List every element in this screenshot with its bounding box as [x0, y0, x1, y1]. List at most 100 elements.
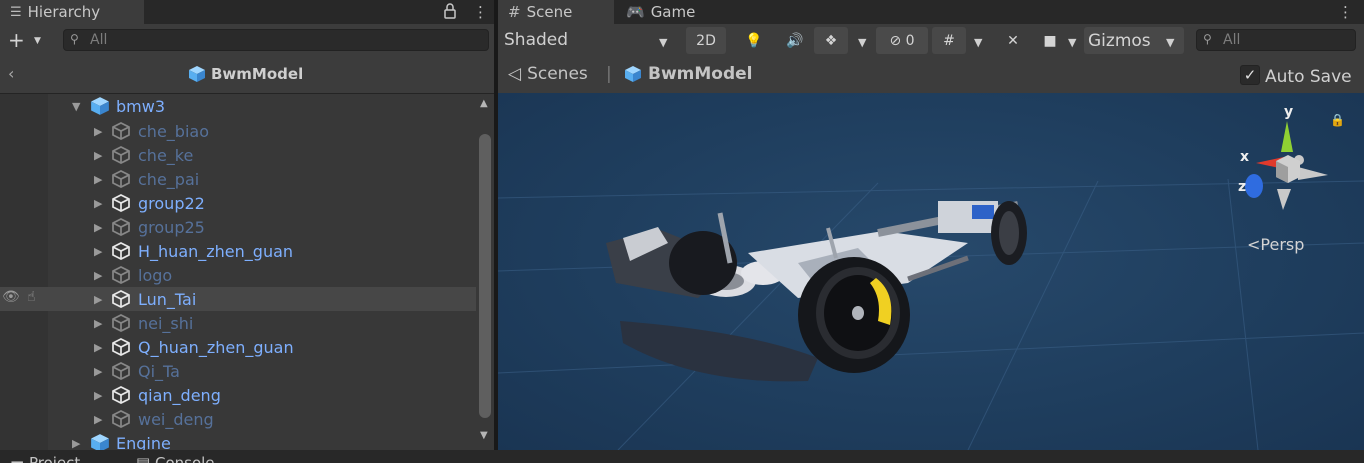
tree-item[interactable]: ▶ logo	[48, 263, 476, 287]
neg-y-axis-cone[interactable]	[1277, 189, 1291, 210]
tree-item-label: wei_deng	[138, 409, 214, 429]
expanded-arrow-icon[interactable]: ▼	[72, 100, 80, 113]
tab-hierarchy-label: Hierarchy	[27, 3, 101, 21]
car-chassis-model[interactable]	[498, 93, 1364, 450]
prefab-cube-icon	[91, 97, 109, 115]
collapsed-arrow-icon[interactable]: ▶	[94, 125, 102, 138]
scroll-thumb[interactable]	[479, 134, 491, 418]
gameobject-cube-icon	[112, 146, 130, 164]
gameobject-cube-icon	[112, 314, 130, 332]
tab-hierarchy[interactable]: ☰ Hierarchy	[0, 0, 144, 24]
tree-item-engine[interactable]: ▶ Engine	[48, 431, 476, 450]
scene-search-input[interactable]: ⚲ All	[1196, 29, 1356, 51]
collapsed-arrow-icon[interactable]: ▶	[94, 173, 102, 186]
back-arrow-icon[interactable]: ‹	[8, 64, 14, 83]
tree-item-label: che_ke	[138, 145, 194, 165]
collapsed-arrow-icon[interactable]: ▶	[94, 341, 102, 354]
tree-item[interactable]: ▶ che_biao	[48, 119, 476, 143]
tree-item[interactable]: ▶ Q_huan_zhen_guan	[48, 335, 476, 359]
tree-item-label: bmw3	[116, 96, 166, 116]
tree-item[interactable]: ▶ H_huan_zhen_guan	[48, 239, 476, 263]
collapsed-arrow-icon[interactable]: ▶	[94, 389, 102, 402]
tab-game-label: Game	[650, 3, 696, 21]
effects-toggle-icon[interactable]: ❖	[814, 27, 848, 54]
y-axis-label: y	[1284, 105, 1293, 120]
lighting-toggle-icon[interactable]: 💡	[736, 27, 772, 54]
hidden-objects-toggle[interactable]: ⊘ 0	[876, 27, 928, 54]
tree-item[interactable]: ▶ Qi_Ta	[48, 359, 476, 383]
chevron-down-icon[interactable]: ▼	[858, 36, 866, 49]
y-axis-cone[interactable]	[1281, 121, 1293, 152]
tree-item[interactable]: ▶ group25	[48, 215, 476, 239]
hierarchy-toolbar: + ▼ ⚲ All	[0, 24, 494, 57]
gameobject-cube-icon	[112, 122, 130, 140]
collapsed-arrow-icon[interactable]: ▶	[94, 365, 102, 378]
collapsed-arrow-icon[interactable]: ▶	[94, 221, 102, 234]
tree-item[interactable]: ▶ nei_shi	[48, 311, 476, 335]
kebab-menu-icon[interactable]: ⋮	[473, 3, 488, 21]
add-object-button[interactable]: +	[8, 28, 25, 52]
tree-item-label: nei_shi	[138, 313, 194, 333]
tree-item[interactable]: ▶ che_ke	[48, 143, 476, 167]
tree-item[interactable]: ▶ qian_deng	[48, 383, 476, 407]
neg-x-axis-cone[interactable]	[1298, 167, 1328, 180]
scroll-down-arrow-icon[interactable]: ▼	[480, 430, 488, 441]
viewport-lock-icon[interactable]: 🔒	[1330, 113, 1345, 127]
prefab-title-label: BwmModel	[211, 65, 304, 83]
hierarchy-scrollbar[interactable]: ▲ ▼	[476, 94, 494, 450]
tools-icon[interactable]: ✕	[998, 27, 1028, 54]
breadcrumb-scenes[interactable]: ◁ Scenes	[508, 64, 588, 84]
gameobject-cube-icon	[112, 386, 130, 404]
chevron-down-icon[interactable]: ▼	[1068, 36, 1076, 49]
chevron-down-icon[interactable]: ▼	[659, 36, 667, 49]
collapsed-arrow-icon[interactable]: ▶	[94, 413, 102, 426]
chevron-down-icon[interactable]: ▼	[34, 36, 41, 46]
tree-item-selected[interactable]: ▶ Lun_Tai	[48, 287, 476, 311]
shading-mode-dropdown[interactable]: Shaded	[504, 30, 568, 50]
autosave-checkbox[interactable]: ✓	[1240, 65, 1260, 85]
scroll-up-arrow-icon[interactable]: ▲	[480, 98, 488, 109]
tab-scene[interactable]: # Scene	[498, 0, 614, 24]
toggle-2d-button[interactable]: 2D	[686, 27, 726, 54]
kebab-menu-icon[interactable]: ⋮	[1338, 3, 1353, 21]
projection-toggle[interactable]: <Persp	[1247, 235, 1304, 254]
camera-icon[interactable]: ■	[1036, 27, 1064, 54]
eye-icon[interactable]: 👁	[2, 289, 20, 305]
tree-item-bmw3[interactable]: ▼ bmw3	[48, 94, 476, 118]
breadcrumb-prefab[interactable]: BwmModel	[624, 64, 753, 84]
scene-viewport[interactable]: y x z 🔒 <Persp	[498, 93, 1364, 450]
lock-icon[interactable]	[444, 3, 456, 23]
grid-toggle-icon[interactable]: #	[932, 27, 966, 54]
audio-toggle-icon[interactable]: 🔊	[778, 27, 812, 54]
gameobject-cube-icon	[112, 362, 130, 380]
tree-item[interactable]: ▶ group22	[48, 191, 476, 215]
tab-game[interactable]: 🎮 Game	[616, 0, 716, 24]
collapsed-arrow-icon[interactable]: ▶	[94, 245, 102, 258]
gameobject-cube-icon	[112, 242, 130, 260]
collapsed-arrow-icon[interactable]: ▶	[94, 293, 102, 306]
gameobject-cube-icon	[112, 410, 130, 428]
collapsed-arrow-icon[interactable]: ▶	[94, 317, 102, 330]
bottom-tab-bar: ▬ Project ▤ Console	[0, 450, 1364, 463]
breadcrumb-scenes-label: Scenes	[527, 64, 588, 84]
eye-slash-icon: ⊘	[889, 32, 902, 49]
gameobject-cube-icon	[112, 338, 130, 356]
collapsed-arrow-icon[interactable]: ▶	[94, 149, 102, 162]
pick-hand-icon[interactable]: ☝	[27, 289, 36, 305]
z-axis-cone[interactable]	[1245, 174, 1263, 198]
collapsed-arrow-icon[interactable]: ▶	[94, 197, 102, 210]
tree-item[interactable]: ▶ che_pai	[48, 167, 476, 191]
scenes-back-icon: ◁	[508, 64, 522, 84]
gameobject-cube-icon	[112, 290, 130, 308]
collapsed-arrow-icon[interactable]: ▶	[94, 269, 102, 282]
scene-breadcrumb: ◁ Scenes | BwmModel ✓ Auto Save	[498, 57, 1364, 93]
gameobject-cube-icon	[112, 170, 130, 188]
chevron-down-icon[interactable]: ▼	[974, 36, 982, 49]
hierarchy-search-input[interactable]: ⚲ All	[63, 29, 489, 51]
tab-project[interactable]: ▬ Project	[10, 454, 80, 463]
tab-console[interactable]: ▤ Console	[136, 454, 215, 463]
collapsed-arrow-icon[interactable]: ▶	[72, 437, 80, 450]
tree-item[interactable]: ▶ wei_deng	[48, 407, 476, 431]
tree-item-label: Qi_Ta	[138, 361, 180, 381]
chevron-down-icon[interactable]: ▼	[1166, 36, 1174, 49]
